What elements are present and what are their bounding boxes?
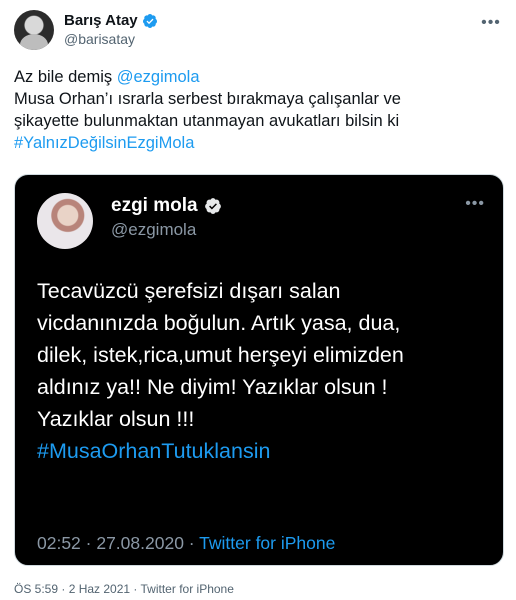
more-options-icon: •••	[465, 195, 485, 212]
author-handle[interactable]: @barisatay	[64, 31, 135, 47]
embedded-tweet-text: Tecavüzcü şerefsizi dışarı salan vicdanı…	[37, 275, 487, 467]
verified-badge-icon	[204, 198, 221, 214]
author-avatar[interactable]	[14, 10, 54, 50]
tweet-header: Barış Atay @barisatay •••	[14, 10, 502, 50]
embedded-timestamp: 02:52 · 27.08.2020 ·	[37, 533, 200, 553]
mention-link[interactable]: @ezgimola	[117, 68, 200, 86]
author-display-name[interactable]: Barış Atay	[64, 12, 138, 29]
embedded-avatar	[37, 193, 93, 249]
more-options-icon[interactable]: •••	[480, 12, 502, 34]
tweet-line: Musa Orhan’ı ısrarla serbest bırakmaya ç…	[14, 90, 401, 108]
embedded-hashtag: #MusaOrhanTutuklansin	[37, 439, 271, 463]
tweet-line-text: Az bile demiş	[14, 68, 117, 86]
embedded-handle: @ezgimola	[111, 220, 197, 239]
embedded-meta: 02:52 · 27.08.2020 · Twitter for iPhone	[37, 533, 335, 554]
embedded-display-name: ezgi mola	[111, 195, 198, 216]
embedded-screenshot[interactable]: ezgi mola @ezgimola ••• Tecavüzcü şerefs…	[14, 174, 504, 566]
tweet-line: Az bile demiş @ezgimola	[14, 66, 504, 88]
tweet-line: şikayette bulunmaktan utanmayan avukatla…	[14, 112, 400, 130]
tweet-text: Az bile demiş @ezgimola Musa Orhan’ı ısr…	[14, 66, 504, 154]
embedded-source: Twitter for iPhone	[199, 533, 336, 553]
embedded-line: dilek, istek,rica,umut herşeyi elimizden	[37, 343, 404, 367]
hashtag-link[interactable]: #YalnızDeğilsinEzgiMola	[14, 132, 504, 154]
embedded-line: aldınız ya!! Ne diyim! Yazıklar olsun !	[37, 375, 388, 399]
embedded-line: Yazıklar olsun !!!	[37, 407, 195, 431]
verified-badge-icon	[142, 13, 157, 28]
tweet-timestamp[interactable]: ÖS 5:59 · 2 Haz 2021 · Twitter for iPhon…	[14, 582, 234, 596]
author-name-row: Barış Atay	[64, 12, 158, 29]
embedded-name-row: ezgi mola	[111, 195, 222, 217]
embedded-line: Tecavüzcü şerefsizi dışarı salan	[37, 279, 341, 303]
embedded-line: vicdanınızda boğulun. Artık yasa, dua,	[37, 311, 401, 335]
